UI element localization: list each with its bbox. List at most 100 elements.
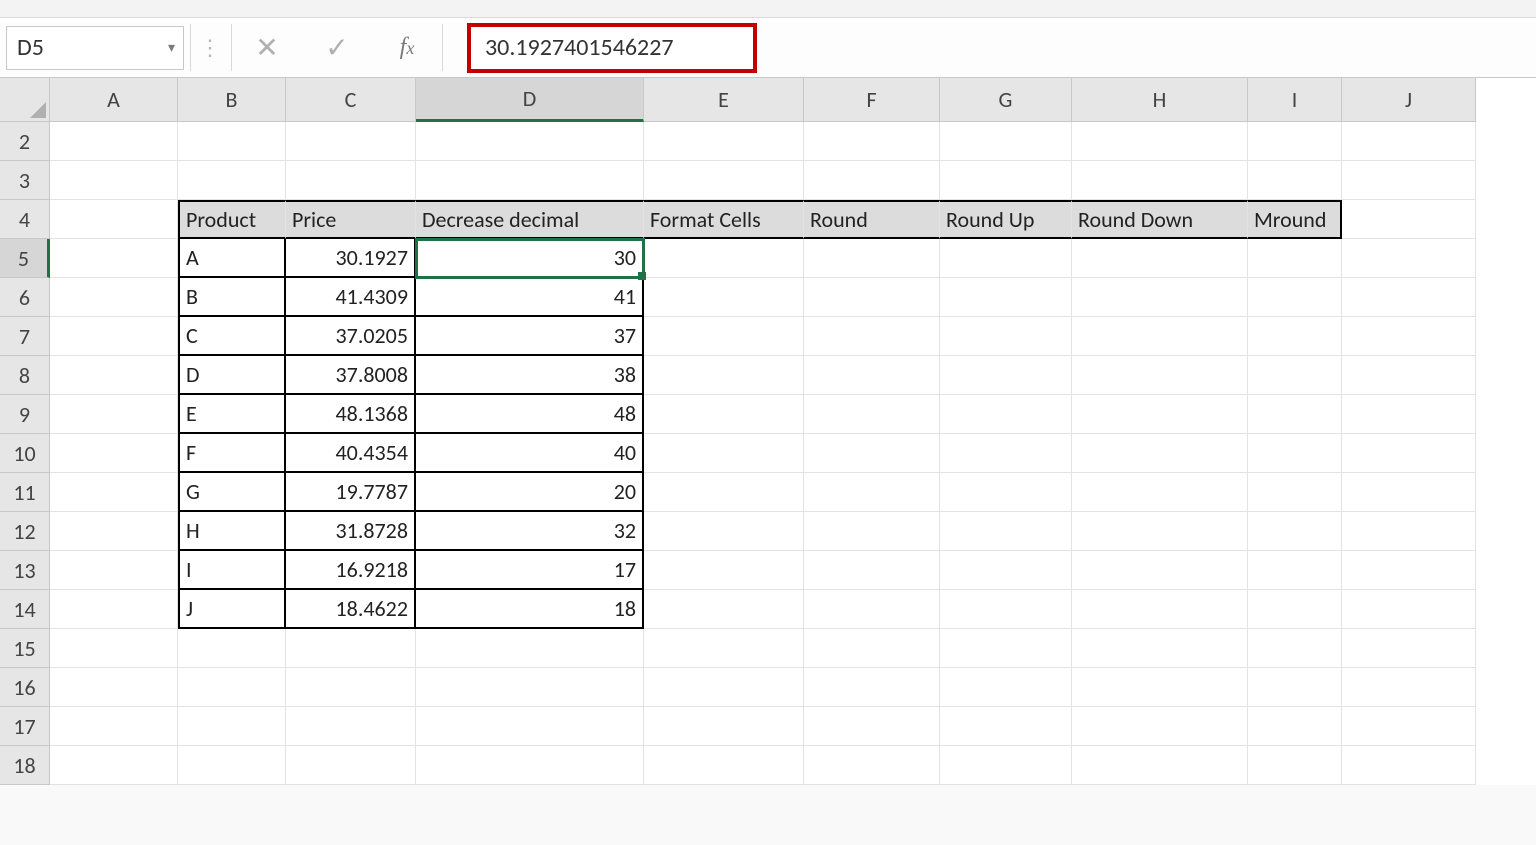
cell-G16[interactable] [940, 668, 1072, 707]
cell-A11[interactable] [50, 473, 178, 512]
cell-G3[interactable] [940, 161, 1072, 200]
table-cell-C5[interactable]: 30.1927 [286, 239, 416, 278]
insert-function-button[interactable]: fx [372, 18, 442, 77]
table-cell-D10[interactable]: 40 [416, 434, 644, 473]
cell-I14[interactable] [1248, 590, 1342, 629]
cell-G6[interactable] [940, 278, 1072, 317]
cell-G8[interactable] [940, 356, 1072, 395]
cell-E18[interactable] [644, 746, 804, 785]
cell-A17[interactable] [50, 707, 178, 746]
cell-A4[interactable] [50, 200, 178, 239]
cell-H10[interactable] [1072, 434, 1248, 473]
column-header-D[interactable]: D [416, 78, 644, 122]
table-cell-C7[interactable]: 37.0205 [286, 317, 416, 356]
cell-E6[interactable] [644, 278, 804, 317]
cell-E2[interactable] [644, 122, 804, 161]
cell-G13[interactable] [940, 551, 1072, 590]
cell-F18[interactable] [804, 746, 940, 785]
cell-C17[interactable] [286, 707, 416, 746]
cell-E3[interactable] [644, 161, 804, 200]
cell-A13[interactable] [50, 551, 178, 590]
cell-F7[interactable] [804, 317, 940, 356]
table-cell-C6[interactable]: 41.4309 [286, 278, 416, 317]
formula-input[interactable]: 30.1927401546227 [467, 23, 757, 73]
table-cell-D14[interactable]: 18 [416, 590, 644, 629]
cell-J2[interactable] [1342, 122, 1476, 161]
table-cell-B5[interactable]: A [178, 239, 286, 278]
cell-G12[interactable] [940, 512, 1072, 551]
cell-J14[interactable] [1342, 590, 1476, 629]
cell-I7[interactable] [1248, 317, 1342, 356]
cell-F14[interactable] [804, 590, 940, 629]
table-header-round[interactable]: Round [804, 200, 940, 239]
cell-E13[interactable] [644, 551, 804, 590]
cell-J16[interactable] [1342, 668, 1476, 707]
cell-F3[interactable] [804, 161, 940, 200]
row-header-5[interactable]: 5 [0, 239, 50, 278]
cell-G9[interactable] [940, 395, 1072, 434]
cell-A12[interactable] [50, 512, 178, 551]
table-cell-C8[interactable]: 37.8008 [286, 356, 416, 395]
cell-E7[interactable] [644, 317, 804, 356]
row-header-7[interactable]: 7 [0, 317, 50, 356]
row-header-13[interactable]: 13 [0, 551, 50, 590]
table-cell-D6[interactable]: 41 [416, 278, 644, 317]
row-header-4[interactable]: 4 [0, 200, 50, 239]
cell-G7[interactable] [940, 317, 1072, 356]
cell-J15[interactable] [1342, 629, 1476, 668]
cell-J7[interactable] [1342, 317, 1476, 356]
cell-F15[interactable] [804, 629, 940, 668]
cell-D16[interactable] [416, 668, 644, 707]
row-header-17[interactable]: 17 [0, 707, 50, 746]
cell-J18[interactable] [1342, 746, 1476, 785]
table-cell-B9[interactable]: E [178, 395, 286, 434]
cell-G5[interactable] [940, 239, 1072, 278]
cell-F12[interactable] [804, 512, 940, 551]
cell-F16[interactable] [804, 668, 940, 707]
table-header-format_cells[interactable]: Format Cells [644, 200, 804, 239]
cell-A6[interactable] [50, 278, 178, 317]
cell-H7[interactable] [1072, 317, 1248, 356]
cell-E8[interactable] [644, 356, 804, 395]
cell-E5[interactable] [644, 239, 804, 278]
column-header-F[interactable]: F [804, 78, 940, 122]
cell-F8[interactable] [804, 356, 940, 395]
table-cell-B8[interactable]: D [178, 356, 286, 395]
row-header-18[interactable]: 18 [0, 746, 50, 785]
cell-I17[interactable] [1248, 707, 1342, 746]
cell-F9[interactable] [804, 395, 940, 434]
cell-C2[interactable] [286, 122, 416, 161]
table-header-round_down[interactable]: Round Down [1072, 200, 1248, 239]
cell-G18[interactable] [940, 746, 1072, 785]
cell-A3[interactable] [50, 161, 178, 200]
cell-F17[interactable] [804, 707, 940, 746]
enter-button[interactable]: ✓ [302, 18, 372, 77]
cell-G10[interactable] [940, 434, 1072, 473]
row-header-12[interactable]: 12 [0, 512, 50, 551]
cell-D3[interactable] [416, 161, 644, 200]
cell-D15[interactable] [416, 629, 644, 668]
cell-I5[interactable] [1248, 239, 1342, 278]
row-header-2[interactable]: 2 [0, 122, 50, 161]
column-header-E[interactable]: E [644, 78, 804, 122]
cell-F6[interactable] [804, 278, 940, 317]
cell-E17[interactable] [644, 707, 804, 746]
cell-C3[interactable] [286, 161, 416, 200]
cell-D18[interactable] [416, 746, 644, 785]
cell-H15[interactable] [1072, 629, 1248, 668]
cell-G11[interactable] [940, 473, 1072, 512]
table-cell-D7[interactable]: 37 [416, 317, 644, 356]
table-header-mround[interactable]: Mround [1248, 200, 1342, 239]
cell-I11[interactable] [1248, 473, 1342, 512]
cell-A18[interactable] [50, 746, 178, 785]
row-header-16[interactable]: 16 [0, 668, 50, 707]
cell-I9[interactable] [1248, 395, 1342, 434]
cell-A16[interactable] [50, 668, 178, 707]
cell-A2[interactable] [50, 122, 178, 161]
cell-F10[interactable] [804, 434, 940, 473]
table-header-decrease_decimal[interactable]: Decrease decimal [416, 200, 644, 239]
cell-J4[interactable] [1342, 200, 1476, 239]
row-header-14[interactable]: 14 [0, 590, 50, 629]
cell-H5[interactable] [1072, 239, 1248, 278]
table-cell-C14[interactable]: 18.4622 [286, 590, 416, 629]
